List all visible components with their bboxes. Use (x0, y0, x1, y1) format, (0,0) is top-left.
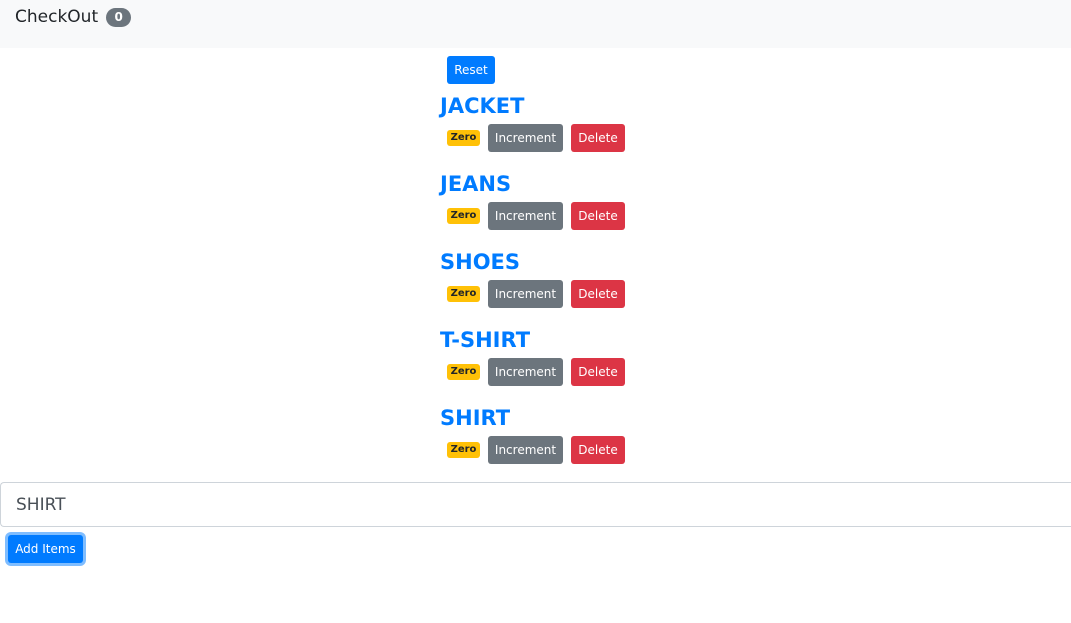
delete-button[interactable]: Delete (571, 358, 625, 386)
item-count-badge: Zero (447, 286, 480, 302)
item-title: JEANS (440, 172, 512, 196)
list-item: T-SHIRT Zero Increment Delete (440, 326, 660, 404)
navbar: CheckOut 0 (0, 0, 1071, 48)
item-count-badge: Zero (447, 130, 480, 146)
add-items-button[interactable]: Add Items (8, 535, 83, 563)
increment-button[interactable]: Increment (488, 436, 563, 464)
delete-button[interactable]: Delete (571, 280, 625, 308)
list-item: SHOES Zero Increment Delete (440, 248, 660, 326)
navbar-brand[interactable]: CheckOut 0 (15, 6, 132, 28)
list-item: JACKET Zero Increment Delete (440, 92, 660, 170)
add-item-input[interactable] (0, 482, 1071, 527)
item-count-badge: Zero (447, 364, 480, 380)
cart-count-badge: 0 (106, 7, 132, 27)
delete-button[interactable]: Delete (571, 436, 625, 464)
delete-button[interactable]: Delete (571, 124, 625, 152)
item-title: JACKET (440, 94, 525, 118)
brand-label: CheckOut (15, 7, 99, 27)
increment-button[interactable]: Increment (488, 124, 563, 152)
increment-button[interactable]: Increment (488, 202, 563, 230)
list-item: JEANS Zero Increment Delete (440, 170, 660, 248)
reset-button[interactable]: Reset (447, 56, 495, 84)
item-title: SHIRT (440, 406, 511, 430)
item-title: T-SHIRT (440, 328, 531, 352)
item-count-badge: Zero (447, 442, 480, 458)
item-count-badge: Zero (447, 208, 480, 224)
increment-button[interactable]: Increment (488, 280, 563, 308)
list-item: SHIRT Zero Increment Delete (440, 404, 660, 482)
item-title: SHOES (440, 250, 521, 274)
delete-button[interactable]: Delete (571, 202, 625, 230)
increment-button[interactable]: Increment (488, 358, 563, 386)
